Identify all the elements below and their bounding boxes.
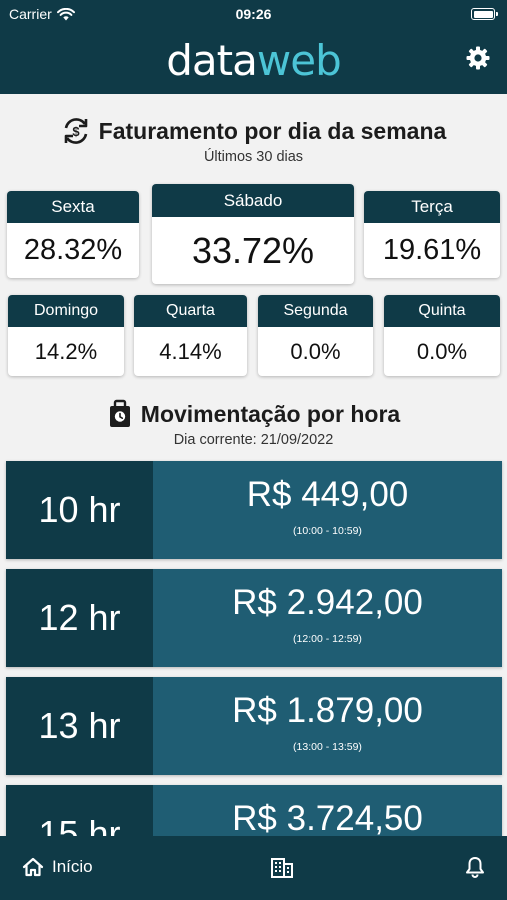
bell-icon[interactable] — [465, 856, 485, 878]
weekday-card-label: Quarta — [134, 295, 247, 327]
logo-text-data: data — [166, 36, 258, 85]
weekday-card-value: 14.2% — [34, 338, 98, 364]
hour-range: (12:00 - 12:59) — [293, 633, 362, 645]
app-logo: dataweb — [0, 38, 507, 84]
hour-row: 13 hr R$ 1.879,00 (13:00 - 13:59) — [6, 677, 502, 775]
hour-label: 12 hr — [6, 569, 153, 667]
cash-register-icon — [109, 399, 130, 427]
weekday-card-segunda: Segunda 0.0% — [258, 295, 373, 376]
hourly-section-title: Movimentação por hora — [0, 399, 507, 429]
weekday-card-label: Domingo — [8, 295, 124, 327]
weekday-card-label: Terça — [364, 191, 500, 223]
weekday-card-value: 0.0% — [290, 338, 341, 364]
battery-icon — [471, 8, 498, 20]
weekday-card-value: 33.72% — [191, 229, 315, 271]
weekday-title-text: Faturamento por dia da semana — [98, 117, 447, 144]
hourly-title-text: Movimentação por hora — [140, 400, 401, 427]
hour-amount: R$ 1.879,00 — [232, 691, 423, 730]
hour-label: 10 hr — [6, 461, 153, 559]
hour-amount: R$ 449,00 — [246, 475, 409, 514]
weekday-card-value: 28.32% — [23, 234, 123, 266]
hour-amount: R$ 2.942,00 — [232, 583, 423, 622]
hour-row: 10 hr R$ 449,00 (10:00 - 10:59) — [6, 461, 502, 559]
hour-amount: R$ 3.724,50 — [232, 799, 423, 838]
weekday-card-quinta: Quinta 0.0% — [384, 295, 500, 376]
hour-row: 12 hr R$ 2.942,00 (12:00 - 12:59) — [6, 569, 502, 667]
weekday-subtitle: Últimos 30 dias — [203, 149, 304, 165]
weekday-card-sabado: Sábado 33.72% — [152, 184, 354, 284]
weekday-card-value: 0.0% — [416, 338, 468, 364]
home-icon — [22, 857, 44, 877]
hour-value: R$ 1.879,00 (13:00 - 13:59) — [153, 677, 502, 775]
top-app-bar: Carrier 09:26 dataweb — [0, 0, 507, 94]
weekday-card-value: 4.14% — [159, 338, 222, 364]
weekday-card-value: 19.61% — [382, 234, 482, 266]
weekday-card-label: Sábado — [152, 184, 354, 217]
weekday-card-label: Quinta — [384, 295, 500, 327]
weekday-card-domingo: Domingo 14.2% — [8, 295, 124, 376]
hour-range: (13:00 - 13:59) — [293, 741, 362, 753]
logo-text-web: web — [256, 36, 342, 85]
status-time: 09:26 — [235, 6, 272, 22]
hour-value: R$ 449,00 (10:00 - 10:59) — [153, 461, 502, 559]
dollar-refresh-icon: $ — [64, 118, 87, 144]
nav-home-label: Início — [52, 857, 93, 876]
weekday-card-quarta: Quarta 4.14% — [134, 295, 247, 376]
gear-icon[interactable] — [465, 45, 491, 71]
hour-value: R$ 2.942,00 (12:00 - 12:59) — [153, 569, 502, 667]
hourly-subtitle: Dia corrente: 21/09/2022 — [173, 432, 334, 448]
weekday-card-label: Sexta — [7, 191, 139, 223]
status-bar: Carrier 09:26 — [0, 0, 507, 30]
svg-text:$: $ — [72, 124, 80, 139]
hour-range: (10:00 - 10:59) — [293, 525, 362, 537]
bottom-nav: Início — [0, 836, 507, 900]
hour-label: 13 hr — [6, 677, 153, 775]
nav-home[interactable]: Início — [22, 857, 93, 877]
weekday-card-label: Segunda — [258, 295, 373, 327]
building-icon[interactable] — [270, 856, 294, 878]
weekday-card-sexta: Sexta 28.32% — [7, 191, 139, 278]
weekday-card-terca: Terça 19.61% — [364, 191, 500, 278]
weekday-section-title: $ Faturamento por dia da semana — [0, 116, 507, 146]
